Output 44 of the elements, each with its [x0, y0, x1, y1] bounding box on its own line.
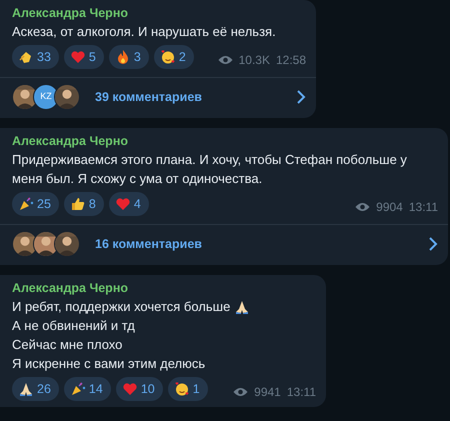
party-popper-icon — [18, 196, 34, 212]
author-name: Александра Черно — [12, 5, 130, 22]
smiling-face-hearts-icon — [174, 381, 190, 397]
avatar: KZ — [33, 84, 59, 110]
message-text: Аскеза, от алкоголя. И нарушать её нельзя. — [12, 23, 277, 41]
author-name: Александра Черно — [12, 280, 130, 297]
message-text: А не обвинений и тд — [12, 317, 136, 335]
reaction-button[interactable]: 4 — [108, 192, 149, 216]
reaction-button[interactable]: 3 — [108, 45, 149, 69]
views-icon — [233, 387, 248, 397]
views-icon — [218, 55, 233, 65]
message-time: 13:11 — [408, 199, 438, 216]
smiling-face-hearts-icon — [160, 49, 176, 65]
message-text: Придерживаемся этого плана. И хочу, чтобы Стефан побольше у меня был. Я схожу с ума от одиночества. — [12, 151, 408, 188]
message-time: 12:58 — [276, 52, 306, 69]
reaction-button[interactable]: 10 — [116, 377, 163, 401]
view-count: 10.3K — [238, 52, 270, 69]
chevron-right-icon[interactable] — [296, 90, 306, 104]
reaction-button[interactable]: 1 — [168, 377, 208, 401]
reaction-button[interactable]: 2 — [154, 45, 194, 69]
heart-icon — [122, 381, 138, 397]
praying-hands-icon — [234, 298, 250, 314]
heart-icon — [114, 196, 131, 212]
comments-link[interactable]: 16 комментариев — [95, 234, 202, 254]
reaction-button[interactable]: 5 — [64, 45, 104, 69]
comments-link[interactable]: 39 комментариев — [95, 88, 202, 106]
reaction-button[interactable]: 25 — [12, 192, 59, 216]
author-name: Александра Черно — [12, 133, 130, 150]
view-count: 9941 — [254, 384, 281, 401]
party-popper-icon — [70, 381, 86, 397]
message-text: И ребят, поддержки хочется больше — [12, 298, 230, 316]
message-text: Сейчас мне плохо — [12, 336, 124, 354]
reaction-button[interactable]: 14 — [64, 377, 111, 401]
message-text: Я искренне с вами этим делюсь — [12, 355, 206, 373]
thumbs-up-icon — [70, 196, 86, 212]
view-count: 9904 — [376, 199, 403, 216]
chevron-right-icon[interactable] — [428, 237, 438, 251]
reaction-button[interactable]: 8 — [64, 192, 104, 216]
heart-icon — [70, 49, 86, 65]
message-time: 13:11 — [286, 384, 316, 401]
reaction-button[interactable]: 33 — [12, 45, 59, 69]
views-icon — [355, 202, 370, 212]
reaction-button[interactable]: 26 — [12, 377, 59, 401]
praying-hands-icon — [18, 381, 34, 397]
